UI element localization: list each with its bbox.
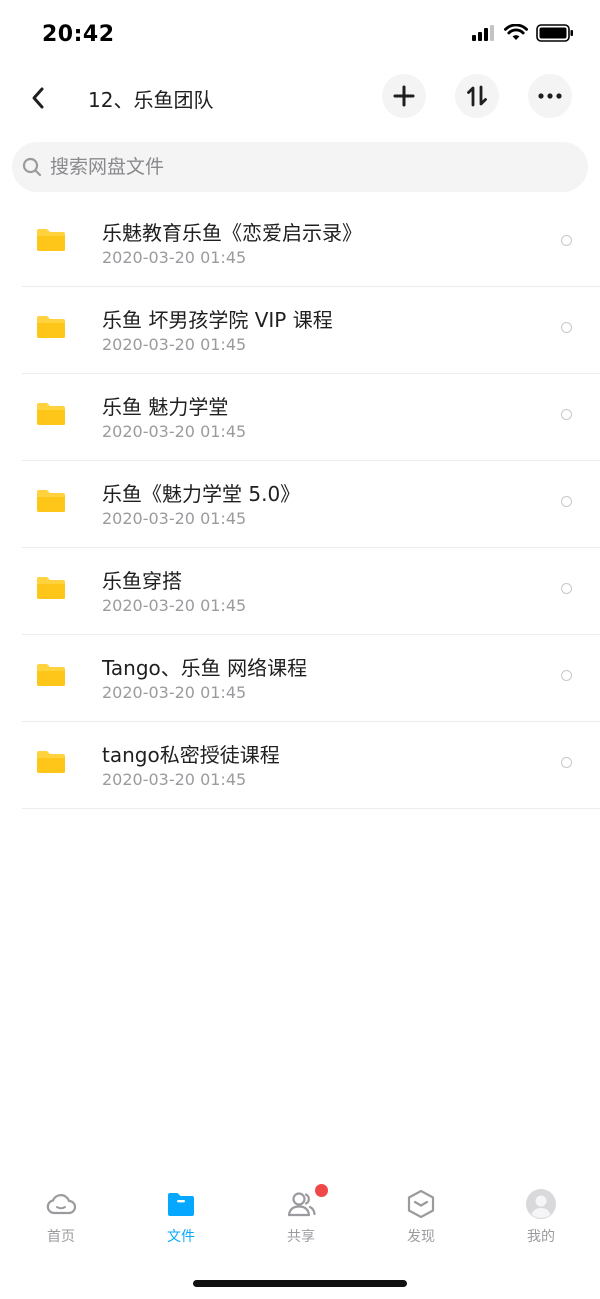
file-date: 2020-03-20 01:45 xyxy=(102,683,247,702)
chevron-left-icon xyxy=(32,87,44,109)
file-name: 乐鱼 坏男孩学院 VIP 课程 xyxy=(102,308,333,332)
file-date: 2020-03-20 01:45 xyxy=(102,248,247,267)
select-checkbox[interactable] xyxy=(561,670,572,681)
search-icon xyxy=(22,157,42,177)
select-checkbox[interactable] xyxy=(561,322,572,333)
page-title: 12、乐鱼团队 xyxy=(88,88,214,112)
file-name: 乐鱼《魅力学堂 5.0》 xyxy=(102,482,301,506)
file-name: 乐魅教育乐鱼《恋爱启示录》 xyxy=(102,221,362,245)
plus-icon xyxy=(393,85,415,107)
file-date: 2020-03-20 01:45 xyxy=(102,770,247,789)
select-checkbox[interactable] xyxy=(561,496,572,507)
file-date: 2020-03-20 01:45 xyxy=(102,596,247,615)
folder-icon xyxy=(37,664,65,686)
more-button[interactable] xyxy=(528,74,572,118)
status-bar: 20:42 xyxy=(0,0,600,70)
folder-icon xyxy=(37,229,65,251)
ellipsis-icon xyxy=(538,93,562,99)
file-name: Tango、乐鱼 网络课程 xyxy=(102,656,308,680)
file-name: tango私密授徒课程 xyxy=(102,743,280,767)
select-checkbox[interactable] xyxy=(561,235,572,246)
back-button[interactable] xyxy=(18,78,58,118)
file-name: 乐鱼穿搭 xyxy=(102,569,182,593)
tab-label: 文件 xyxy=(167,1229,195,1245)
add-button[interactable] xyxy=(382,74,426,118)
file-row[interactable]: tango私密授徒课程 2020-03-20 01:45 xyxy=(22,722,600,809)
battery-icon xyxy=(536,24,573,42)
file-row[interactable]: 乐鱼 魅力学堂 2020-03-20 01:45 xyxy=(22,374,600,461)
file-row[interactable]: 乐鱼 坏男孩学院 VIP 课程 2020-03-20 01:45 xyxy=(22,287,600,374)
folder-icon xyxy=(37,490,65,512)
folder-icon xyxy=(37,577,65,599)
select-checkbox[interactable] xyxy=(561,409,572,420)
tab-share[interactable]: 共享 xyxy=(261,1184,341,1250)
navigation-header: 12、乐鱼团队 xyxy=(0,70,600,126)
sort-button[interactable] xyxy=(455,74,499,118)
folder-icon xyxy=(37,403,65,425)
notification-badge xyxy=(315,1184,328,1197)
file-row[interactable]: 乐魅教育乐鱼《恋爱启示录》 2020-03-20 01:45 xyxy=(22,200,600,287)
tab-bar: 首页 文件 共享 发现 我的 xyxy=(0,1180,600,1260)
tab-label: 共享 xyxy=(287,1229,315,1245)
tab-label: 我的 xyxy=(527,1229,555,1245)
tab-files[interactable]: 文件 xyxy=(141,1188,221,1250)
tab-label: 首页 xyxy=(47,1229,75,1245)
home-indicator xyxy=(193,1280,407,1287)
people-icon xyxy=(287,1192,316,1217)
cloud-icon xyxy=(46,1194,77,1215)
folder-icon xyxy=(37,316,65,338)
select-checkbox[interactable] xyxy=(561,757,572,768)
file-row[interactable]: 乐鱼《魅力学堂 5.0》 2020-03-20 01:45 xyxy=(22,461,600,548)
file-name: 乐鱼 魅力学堂 xyxy=(102,395,229,419)
file-list: 乐魅教育乐鱼《恋爱启示录》 2020-03-20 01:45 乐鱼 坏男孩学院 … xyxy=(22,200,600,809)
file-date: 2020-03-20 01:45 xyxy=(102,335,247,354)
signal-icon xyxy=(472,25,494,41)
tab-home[interactable]: 首页 xyxy=(21,1188,101,1250)
tab-discover[interactable]: 发现 xyxy=(381,1188,461,1250)
file-row[interactable]: Tango、乐鱼 网络课程 2020-03-20 01:45 xyxy=(22,635,600,722)
select-checkbox[interactable] xyxy=(561,583,572,594)
status-icons xyxy=(472,24,574,42)
wifi-icon xyxy=(504,24,528,40)
avatar-icon xyxy=(526,1189,556,1219)
search-bar[interactable] xyxy=(12,142,588,192)
status-time: 20:42 xyxy=(42,22,115,47)
tab-me[interactable]: 我的 xyxy=(501,1188,581,1250)
folder-tab-icon xyxy=(168,1193,194,1216)
file-row[interactable]: 乐鱼穿搭 2020-03-20 01:45 xyxy=(22,548,600,635)
folder-icon xyxy=(37,751,65,773)
file-date: 2020-03-20 01:45 xyxy=(102,509,247,528)
file-date: 2020-03-20 01:45 xyxy=(102,422,247,441)
sort-arrows-icon xyxy=(467,85,487,107)
cube-icon xyxy=(407,1189,435,1219)
tab-label: 发现 xyxy=(407,1229,435,1245)
search-input[interactable] xyxy=(50,142,550,192)
